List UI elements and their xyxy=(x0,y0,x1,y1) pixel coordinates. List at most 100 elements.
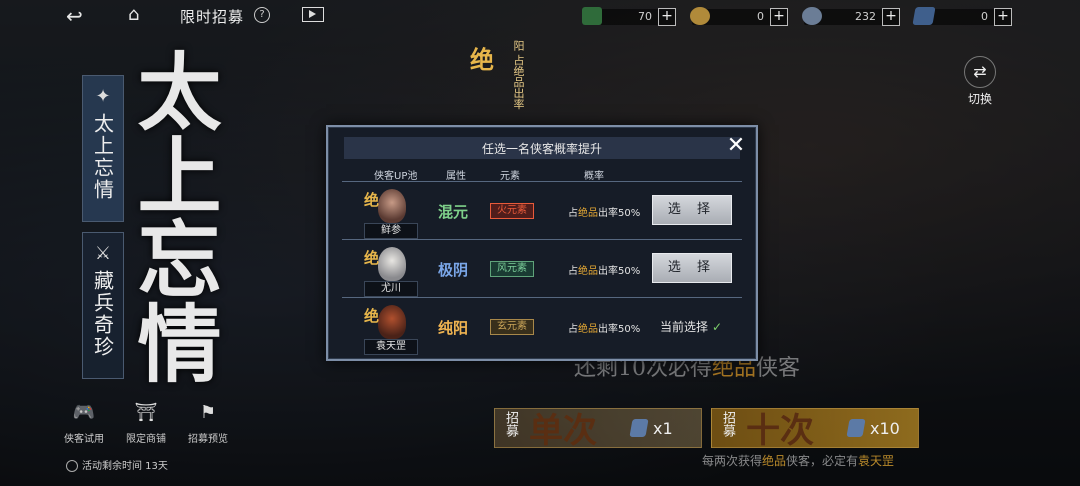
hero-portrait: 绝 xyxy=(364,305,410,341)
note-text: 每两次获得 xyxy=(702,454,763,468)
video-icon[interactable] xyxy=(302,7,324,22)
rate-highlight: 绝品 xyxy=(578,266,598,277)
add-ticket-button[interactable]: + xyxy=(994,8,1012,26)
hero-avatar xyxy=(378,189,406,223)
top-bar: ↩ ⌂ 限时招募 ? 70 + 0 + 232 + 0 + xyxy=(0,0,1080,32)
ticket-icon xyxy=(629,419,649,437)
limited-shop-button[interactable]: ⛩ 限定商铺 xyxy=(118,402,174,445)
silver-icon xyxy=(802,7,822,25)
clock-icon xyxy=(66,460,78,472)
gold-icon xyxy=(690,7,710,25)
hero-portrait: 绝 xyxy=(364,189,410,225)
tool-label: 侠客试用 xyxy=(64,434,104,445)
tab-cangbing-qizhen[interactable]: ⚔ 藏兵奇珍 xyxy=(82,232,124,379)
gamepad-icon: 🎮 xyxy=(72,402,96,423)
resource-jade: 70 + xyxy=(582,7,676,26)
note-highlight: 袁天罡 xyxy=(858,454,895,468)
flag-icon: ⚑ xyxy=(199,402,217,423)
element-badge: 风元素 xyxy=(490,261,534,277)
banner-badge: 绝 阳 占绝品出率 xyxy=(470,40,530,120)
banner-calligraphy: 太上忘情 xyxy=(124,48,223,384)
rate-text: 占绝品出率50% xyxy=(568,204,640,219)
tab-label: 太上忘情 xyxy=(90,113,115,201)
column-header: 概率 xyxy=(584,171,604,182)
help-icon[interactable]: ? xyxy=(254,7,270,23)
rate-highlight: 绝品 xyxy=(578,208,598,219)
resource-value: 0 xyxy=(981,10,988,23)
add-jade-button[interactable]: + xyxy=(658,8,676,26)
pull-cost: x10 xyxy=(870,419,900,438)
event-timer: 活动剩余时间 13天 xyxy=(66,457,168,472)
hero-avatar xyxy=(378,247,406,281)
current-label: 当前选择 xyxy=(660,320,709,334)
tab-label: 藏兵奇珍 xyxy=(90,270,115,358)
resource-value: 70 xyxy=(638,10,652,23)
select-button[interactable]: 选 择 xyxy=(652,253,732,283)
hero-row: 绝 鲜参 混元 火元素 占绝品出率50% 选 择 xyxy=(342,183,742,240)
note-highlight: 绝品 xyxy=(762,454,787,468)
rate-text: 占绝品出率50% xyxy=(568,320,640,335)
resource-ticket: 0 + xyxy=(912,7,1012,26)
tool-label: 限定商铺 xyxy=(126,434,166,445)
timer-text: 活动剩余时间 13天 xyxy=(82,461,168,472)
weapon-icon: ⚔ xyxy=(94,243,112,264)
jue-badge: 绝 xyxy=(470,45,494,74)
select-button[interactable]: 选 择 xyxy=(652,195,732,225)
tool-label: 招募预览 xyxy=(188,434,228,445)
ticket-icon xyxy=(912,7,936,25)
column-header: 属性 xyxy=(446,171,466,182)
column-header: 元素 xyxy=(500,171,520,182)
resource-value: 0 xyxy=(757,10,764,23)
switch-label: 切换 xyxy=(967,92,992,106)
hero-name: 袁天罡 xyxy=(364,339,418,355)
divider xyxy=(342,181,742,182)
rate-pre: 占 xyxy=(568,324,578,335)
pull-big-label: 十次 xyxy=(746,411,814,451)
hero-row: 绝 尤川 极阴 风元素 占绝品出率50% 选 择 xyxy=(342,241,742,298)
hero-attribute: 极阴 xyxy=(438,261,469,279)
add-gold-button[interactable]: + xyxy=(770,8,788,26)
hero-icon: ✦ xyxy=(95,86,111,107)
home-icon[interactable]: ⌂ xyxy=(128,4,139,25)
hero-name: 尤川 xyxy=(364,281,418,297)
add-silver-button[interactable]: + xyxy=(882,8,900,26)
column-header: 侠客UP池 xyxy=(374,171,418,182)
hero-trial-button[interactable]: 🎮 侠客试用 xyxy=(56,402,112,445)
recruit-preview-button[interactable]: ⚑ 招募预览 xyxy=(180,402,236,445)
switch-icon: ⇄ xyxy=(964,56,996,88)
note-text: 侠客，必定有 xyxy=(786,454,859,468)
jade-icon xyxy=(582,7,602,25)
badge-text: 阳 占绝品出率 xyxy=(512,40,525,110)
check-icon: ✓ xyxy=(712,320,723,334)
single-recruit-button[interactable]: 招募 单次 x1 xyxy=(494,408,702,451)
pull-small-label: 招募 xyxy=(503,411,518,437)
page-title: 限时招募 xyxy=(180,8,245,26)
current-selection: 当前选择 ✓ xyxy=(660,318,722,335)
tab-taishang-wangqing[interactable]: ✦ 太上忘情 xyxy=(82,75,124,222)
jue-badge: 绝 xyxy=(364,191,380,209)
back-icon[interactable]: ↩ xyxy=(66,4,83,28)
pull-big-label: 单次 xyxy=(529,411,597,451)
resource-silver: 232 + xyxy=(802,7,900,26)
element-badge: 火元素 xyxy=(490,203,534,219)
hero-attribute: 混元 xyxy=(438,203,469,221)
rate-pre: 占 xyxy=(568,266,578,277)
up-pool-select-dialog: 任选一名侠客概率提升 ✕ 侠客UP池 属性 元素 概率 绝 鲜参 混元 火元素 … xyxy=(326,125,758,361)
ten-recruit-button[interactable]: 招募 十次 x10 xyxy=(711,408,919,451)
pull-cost: x1 xyxy=(653,419,673,438)
pity-text-end: 侠客 xyxy=(756,356,801,381)
switch-button[interactable]: ⇄ 切换 xyxy=(960,56,1000,107)
hero-attribute: 纯阳 xyxy=(438,319,469,337)
close-icon[interactable]: ✕ xyxy=(726,135,746,157)
rate-highlight: 绝品 xyxy=(578,324,598,335)
hero-avatar xyxy=(378,305,406,339)
pull-small-label: 招募 xyxy=(720,411,735,437)
rate-text: 占绝品出率50% xyxy=(568,262,640,277)
rate-post: 出率50% xyxy=(598,266,641,277)
shop-icon: ⛩ xyxy=(134,402,158,423)
dialog-title: 任选一名侠客概率提升 xyxy=(481,142,602,156)
rate-pre: 占 xyxy=(568,208,578,219)
rate-post: 出率50% xyxy=(598,208,641,219)
hero-name: 鲜参 xyxy=(364,223,418,239)
ticket-icon xyxy=(846,419,866,437)
